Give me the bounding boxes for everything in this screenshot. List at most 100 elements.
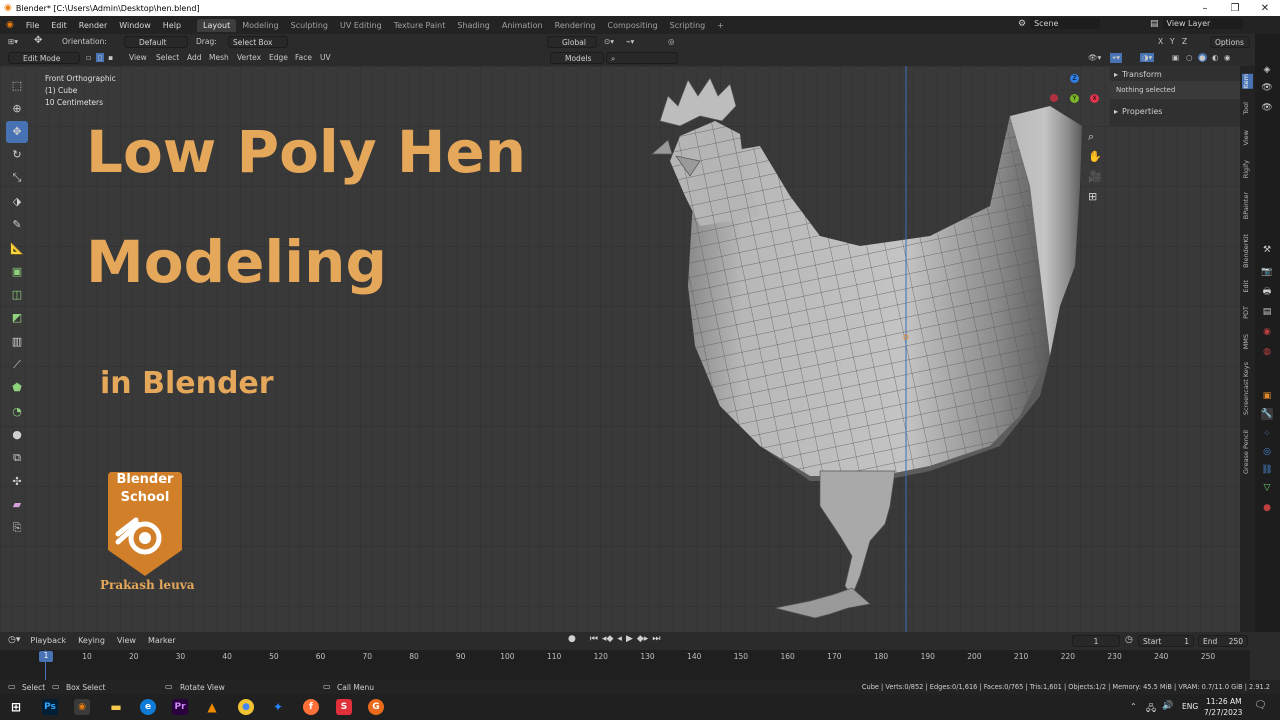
shear-icon[interactable]: ▰ bbox=[6, 493, 28, 515]
tab-rendering[interactable]: Rendering bbox=[549, 19, 602, 32]
sidebar-tab-rigify[interactable]: Rigify bbox=[1242, 160, 1253, 178]
3d-viewport[interactable]: Front Orthographic (1) Cube 10 Centimete… bbox=[0, 66, 1255, 632]
photoshop-icon[interactable]: Ps bbox=[42, 699, 58, 715]
tab-compositing[interactable]: Compositing bbox=[602, 19, 664, 32]
tab-modeling[interactable]: Modeling bbox=[236, 19, 284, 32]
blender-icon[interactable]: ◉ bbox=[74, 699, 90, 715]
scene-selector[interactable]: ⚙ Scene bbox=[1018, 18, 1101, 29]
mirror-z-toggle[interactable]: Z bbox=[1182, 37, 1187, 46]
menu-face[interactable]: Face bbox=[295, 53, 312, 62]
zoom-icon[interactable]: ⌕ bbox=[1088, 130, 1094, 144]
measure-icon[interactable]: 📐 bbox=[6, 237, 28, 259]
tab-texture-paint[interactable]: Texture Paint bbox=[388, 19, 452, 32]
add-workspace-icon[interactable]: + bbox=[711, 19, 730, 32]
overlay-toggle-icon[interactable]: ◑▾ bbox=[1140, 53, 1155, 62]
file-explorer-icon[interactable]: ▬ bbox=[108, 699, 124, 715]
app-g-icon[interactable]: G bbox=[368, 699, 384, 715]
search-input[interactable]: ⌕ bbox=[606, 52, 678, 64]
loop-cut-icon[interactable]: ▥ bbox=[6, 330, 28, 352]
options-dropdown[interactable]: Options bbox=[1210, 36, 1250, 48]
eye-icon-2[interactable]: 👁 bbox=[1261, 102, 1273, 114]
poly-build-icon[interactable]: ⬟ bbox=[6, 377, 28, 399]
shading-material-icon[interactable]: ◐ bbox=[1212, 53, 1219, 62]
properties-panel-header[interactable]: ▸ Properties bbox=[1110, 99, 1240, 123]
rotate-icon[interactable]: ↻ bbox=[6, 144, 28, 166]
smooth-icon[interactable]: ● bbox=[6, 423, 28, 445]
transform-panel-header[interactable]: ▸ Transform bbox=[1110, 67, 1240, 81]
cursor-icon[interactable]: ⊕ bbox=[6, 97, 28, 119]
tab-shading[interactable]: Shading bbox=[451, 19, 496, 32]
xray-toggle-icon[interactable]: ▣ bbox=[1172, 53, 1179, 62]
tray-volume-icon[interactable]: 🔊 bbox=[1162, 701, 1173, 711]
tab-animation[interactable]: Animation bbox=[496, 19, 549, 32]
timeline-menu-marker[interactable]: Marker bbox=[148, 636, 176, 645]
camera-icon[interactable]: 🎥 bbox=[1088, 170, 1102, 183]
gizmo-axis-y[interactable]: Y bbox=[1070, 94, 1079, 103]
playhead-frame[interactable]: 1 bbox=[39, 651, 53, 662]
data-props-icon[interactable]: ▽ bbox=[1261, 482, 1273, 494]
sidebar-tab-bpainter[interactable]: BPainter bbox=[1242, 192, 1253, 219]
tray-chevron-icon[interactable]: ⌃ bbox=[1130, 702, 1137, 711]
menu-edit[interactable]: Edit bbox=[45, 21, 73, 30]
edge-icon[interactable]: e bbox=[140, 699, 156, 715]
gizmo-axis-z[interactable]: Z bbox=[1070, 74, 1079, 83]
tab-sculpting[interactable]: Sculpting bbox=[285, 19, 334, 32]
notification-icon[interactable]: 🗨 bbox=[1254, 700, 1267, 711]
timeline-editor-type-icon[interactable]: ◷▾ bbox=[8, 635, 20, 645]
constraints-props-icon[interactable]: ⛓ bbox=[1261, 464, 1273, 476]
spin-icon[interactable]: ◔ bbox=[6, 400, 28, 422]
gizmo-axis-x-pos[interactable]: X bbox=[1090, 94, 1099, 103]
app-s-icon[interactable]: S bbox=[336, 699, 352, 715]
restore-icon[interactable]: ❐ bbox=[1220, 0, 1250, 16]
visibility-icon[interactable]: 👁▾ bbox=[1088, 53, 1101, 62]
tab-scripting[interactable]: Scripting bbox=[664, 19, 712, 32]
timeline-menu-keying[interactable]: Keying bbox=[78, 636, 105, 645]
tab-uv-editing[interactable]: UV Editing bbox=[334, 19, 388, 32]
start-frame-field[interactable]: Start 1 bbox=[1138, 635, 1194, 647]
material-props-icon[interactable]: ● bbox=[1261, 502, 1273, 514]
shading-rendered-icon[interactable]: ◉ bbox=[1224, 53, 1231, 62]
sidebar-tab-item[interactable]: Item bbox=[1242, 74, 1253, 89]
rip-region-icon[interactable]: ⎘ bbox=[6, 517, 28, 539]
tool-props-icon[interactable]: ⚒ bbox=[1261, 244, 1273, 256]
transform-orientation-dropdown[interactable]: Global bbox=[547, 36, 597, 48]
view-layer-props-icon[interactable]: ▤ bbox=[1261, 306, 1273, 318]
premiere-icon[interactable]: Pr bbox=[172, 699, 188, 715]
clock-time[interactable]: 11:26 AM bbox=[1206, 697, 1242, 706]
prev-key-icon[interactable]: ◂◆ bbox=[602, 634, 613, 644]
edge-slide-icon[interactable]: ⧉ bbox=[6, 447, 28, 469]
shrink-fatten-icon[interactable]: ✣ bbox=[6, 470, 28, 492]
windows-start-icon[interactable]: ⊞ bbox=[8, 699, 24, 715]
firefox-icon[interactable]: f bbox=[303, 699, 319, 715]
bevel-icon[interactable]: ◩ bbox=[6, 307, 28, 329]
select-mode-vertex-icon[interactable]: ▫ bbox=[86, 53, 91, 62]
tray-network-icon[interactable]: 🖧 bbox=[1146, 701, 1156, 717]
menu-edge[interactable]: Edge bbox=[269, 53, 288, 62]
mirror-x-toggle[interactable]: X bbox=[1158, 37, 1163, 46]
play-icon[interactable]: ▶ bbox=[626, 634, 633, 644]
pan-hand-icon[interactable]: ✋ bbox=[1088, 150, 1102, 163]
menu-view[interactable]: View bbox=[129, 53, 147, 62]
orientation-dropdown[interactable]: Default bbox=[124, 36, 188, 48]
scale-icon[interactable]: ⤡ bbox=[6, 167, 28, 189]
vlc-icon[interactable]: ▲ bbox=[204, 699, 220, 715]
grid-view-icon[interactable]: ⊞ bbox=[1088, 190, 1097, 203]
menu-render[interactable]: Render bbox=[73, 21, 113, 30]
models-dropdown[interactable]: Models bbox=[550, 52, 604, 64]
menu-help[interactable]: Help bbox=[157, 21, 187, 30]
object-props-icon[interactable]: ▣ bbox=[1261, 390, 1273, 402]
menu-window[interactable]: Window bbox=[113, 21, 157, 30]
move-icon[interactable]: ✥ bbox=[6, 120, 28, 143]
close-icon[interactable]: ✕ bbox=[1250, 0, 1280, 16]
scene-props-icon[interactable]: ◉ bbox=[1261, 326, 1273, 338]
chrome-icon[interactable]: ● bbox=[238, 699, 254, 715]
clock-date[interactable]: 7/27/2023 bbox=[1204, 708, 1242, 717]
proportional-edit-icon[interactable]: ◎ bbox=[668, 37, 675, 46]
shading-wireframe-icon[interactable]: ○ bbox=[1186, 53, 1193, 62]
current-frame-field[interactable]: 1 bbox=[1072, 635, 1120, 647]
tab-layout[interactable]: Layout bbox=[197, 18, 237, 32]
drag-dropdown[interactable]: Select Box bbox=[228, 36, 288, 48]
select-box-icon[interactable]: ⬚ bbox=[6, 74, 28, 96]
jump-start-icon[interactable]: ⏮ bbox=[590, 634, 598, 644]
timeline-menu-view[interactable]: View bbox=[117, 636, 136, 645]
